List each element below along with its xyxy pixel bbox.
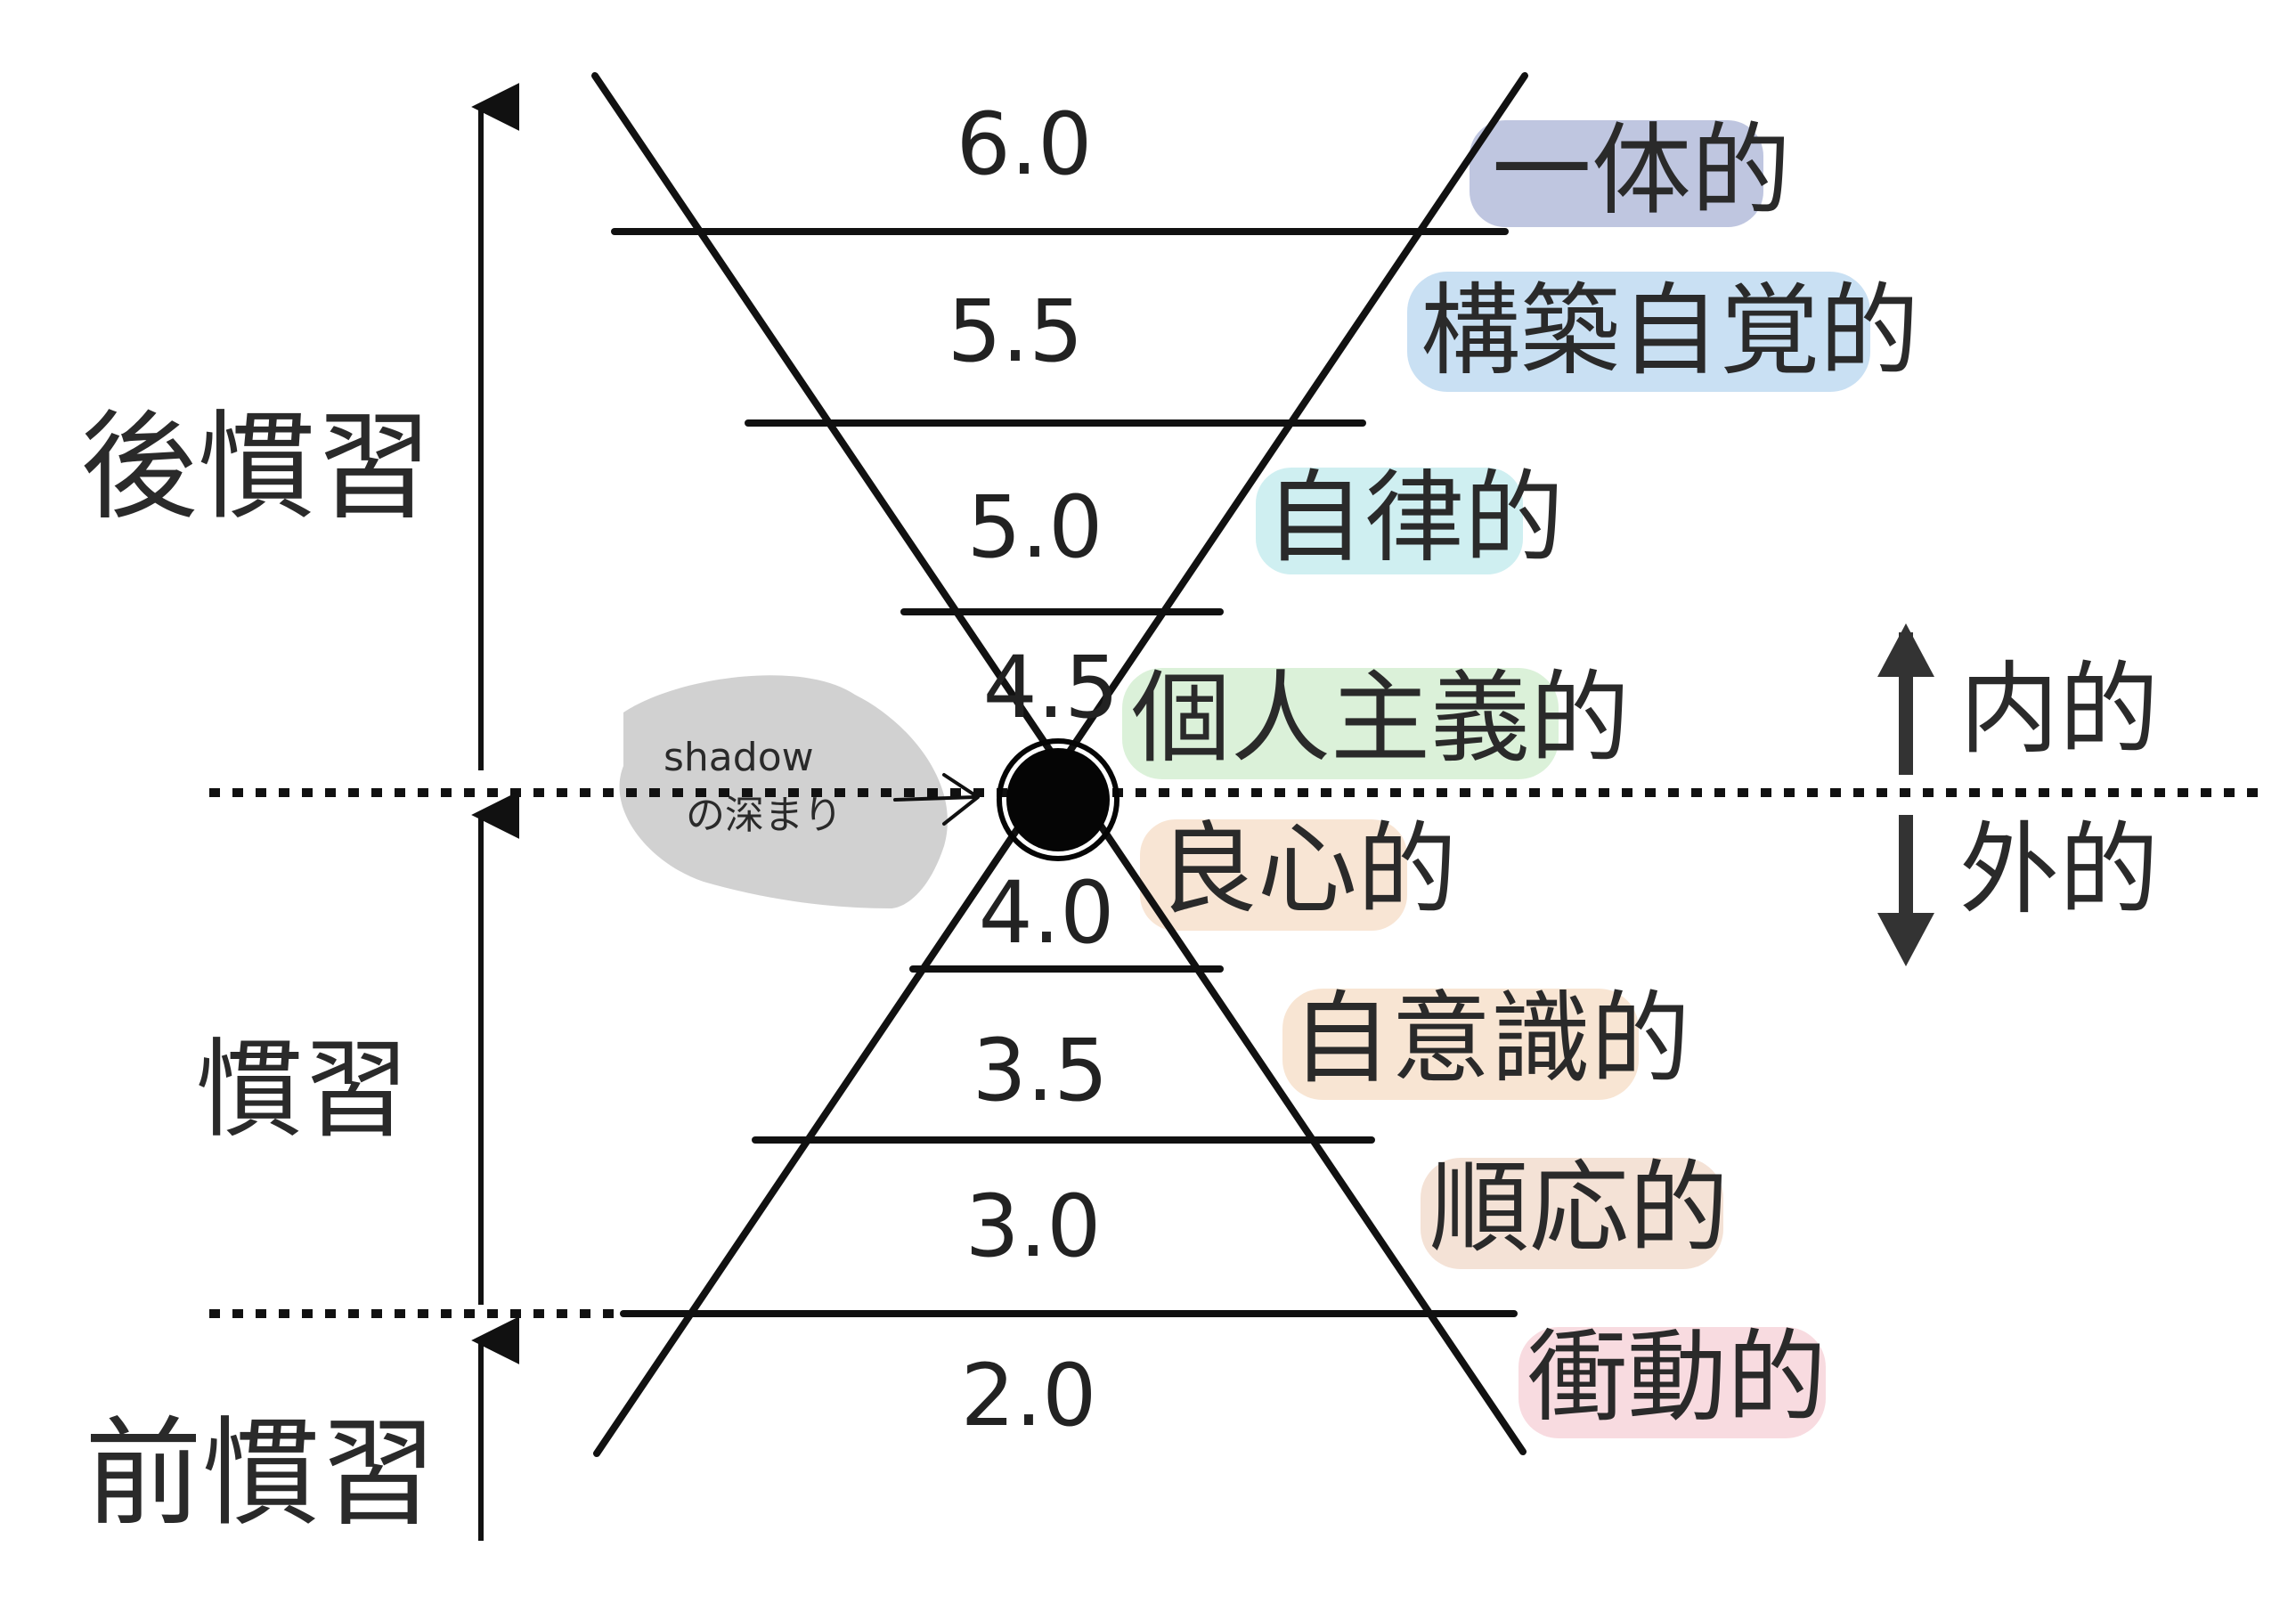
level-label-6-0: 一体的 (1492, 113, 1791, 229)
level-labels: 一体的 構築自覚的 自律的 個人主義的 良心的 自意識的 順応的 衝動的 (1131, 113, 1919, 1436)
development-stage-diagram: 6.0 5.5 5.0 4.5 4.0 3.5 3.0 2.0 一体的 構築自覚… (80, 72, 2262, 1543)
stage-label-pre-conventional: 前慣習 (85, 1405, 437, 1543)
level-label-4-0: 良心的 (1158, 812, 1457, 928)
level-value-6-0: 6.0 (957, 94, 1093, 194)
level-value-4-0: 4.0 (979, 863, 1115, 963)
level-value-5-0: 5.0 (967, 477, 1103, 577)
level-value-2-0: 2.0 (961, 1346, 1097, 1445)
stage-label-post-conventional: 後慣習 (80, 399, 433, 536)
level-value-4-5: 4.5 (983, 638, 1120, 737)
direction-label-outer: 外的 (1959, 812, 2159, 928)
shadow-label-line1: shadow (664, 735, 814, 780)
shadow-label-line2: の深まり (686, 793, 843, 838)
level-label-5-5: 構築自覚的 (1421, 273, 1919, 389)
shadow-center-dot (1006, 748, 1110, 851)
level-label-2-0: 衝動的 (1527, 1320, 1827, 1436)
level-label-5-0: 自律的 (1265, 460, 1564, 576)
level-value-3-5: 3.5 (973, 1021, 1109, 1120)
level-value-5-5: 5.5 (948, 281, 1084, 381)
level-value-3-0: 3.0 (965, 1177, 1102, 1276)
direction-label-inner: 内的 (1959, 652, 2159, 768)
stage-label-conventional: 慣習 (196, 1029, 410, 1152)
level-label-3-0: 順応的 (1429, 1151, 1729, 1266)
level-label-4-5: 個人主義的 (1131, 661, 1630, 777)
inner-arrow-head (1877, 623, 1934, 677)
level-label-3-5: 自意識的 (1291, 981, 1690, 1097)
outer-arrow-head (1877, 913, 1934, 966)
